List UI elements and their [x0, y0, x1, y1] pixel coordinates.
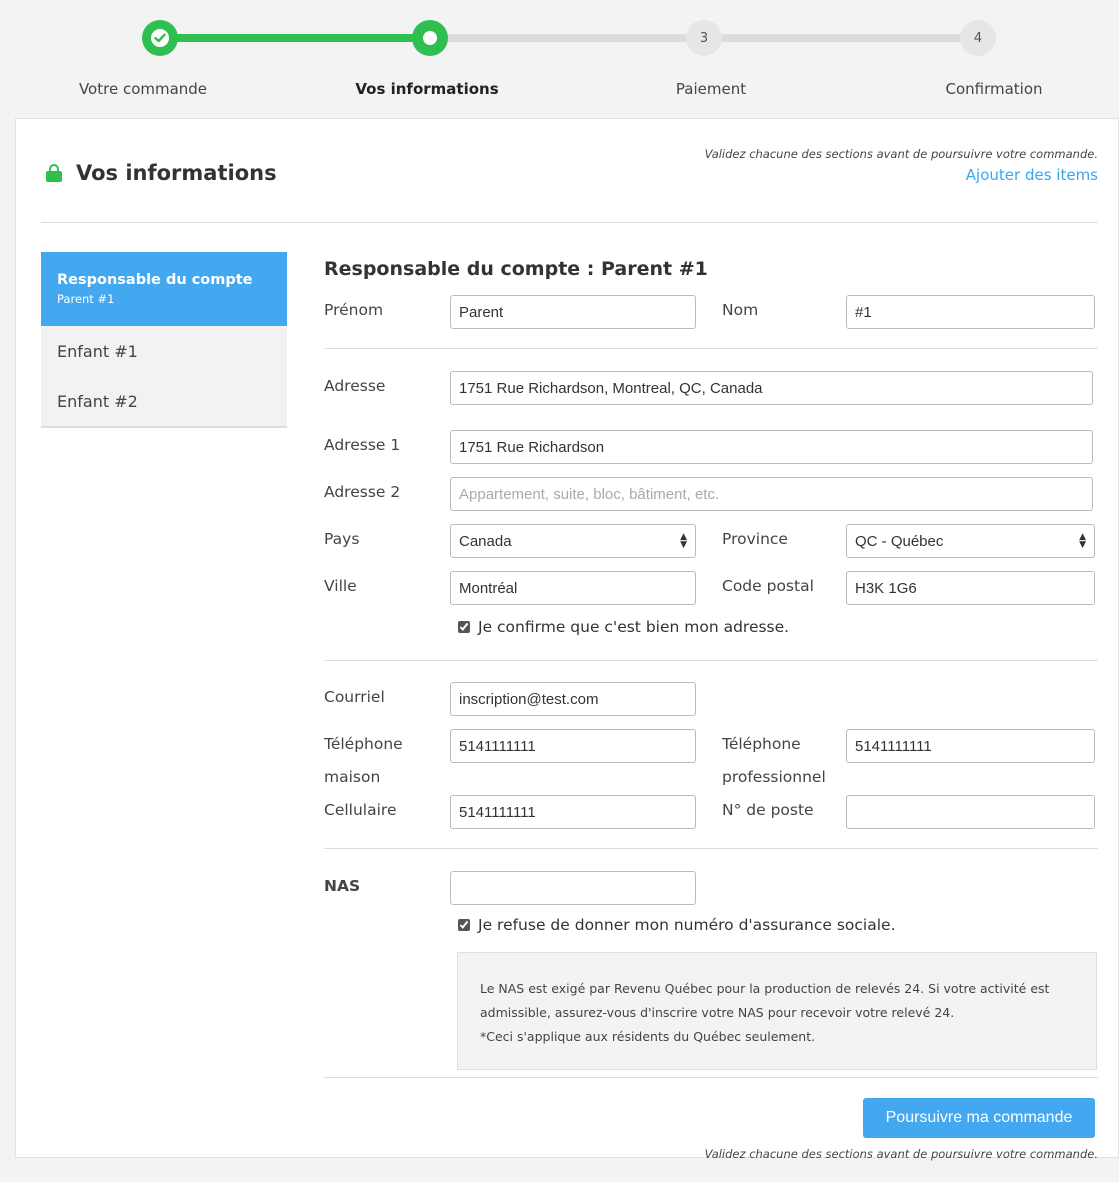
step-2-label: Vos informations [355, 80, 499, 98]
address2-label: Adresse 2 [324, 483, 401, 501]
postal-code-field[interactable] [846, 571, 1095, 605]
city-field[interactable] [450, 571, 696, 605]
step-3-circle: 3 [686, 20, 722, 56]
email-label: Courriel [324, 688, 385, 706]
stepper-track-completed [160, 34, 432, 42]
confirm-address-checkbox[interactable] [458, 621, 470, 633]
continue-order-button[interactable]: Poursuivre ma commande [863, 1098, 1095, 1138]
sidebar-item-label: Enfant #2 [57, 391, 138, 411]
page-title: Vos informations [46, 161, 277, 185]
home-phone-label-line1: Téléphone [324, 735, 403, 753]
address1-label: Adresse 1 [324, 436, 401, 454]
add-items-link[interactable]: Ajouter des items [966, 166, 1098, 184]
address-label: Adresse [324, 377, 386, 395]
select-arrows-icon: ▲ ▼ [680, 532, 687, 550]
sidebar-item-child-1[interactable]: Enfant #1 [41, 326, 287, 376]
home-phone-field[interactable] [450, 729, 696, 763]
country-select[interactable]: Canada ▲ ▼ [450, 524, 696, 558]
step-2-circle [412, 20, 448, 56]
participant-sidebar: Responsable du compte Parent #1 Enfant #… [41, 252, 287, 428]
first-name-field[interactable] [450, 295, 696, 329]
validate-note-bottom: Validez chacune des sections avant de po… [704, 1147, 1098, 1161]
work-phone-field[interactable] [846, 729, 1095, 763]
sidebar-item-child-2[interactable]: Enfant #2 [41, 376, 287, 426]
sidebar-bottom-border [41, 426, 287, 428]
refuse-nas-label: Je refuse de donner mon numéro d'assuran… [478, 916, 896, 934]
nas-info-line-2: admissible, assurez-vous d'inscrire votr… [480, 1005, 955, 1020]
province-select[interactable]: QC - Québec ▲ ▼ [846, 524, 1095, 558]
province-label: Province [722, 530, 788, 548]
check-icon [151, 29, 169, 47]
form-title: Responsable du compte : Parent #1 [324, 258, 708, 280]
main-panel: Vos informations Validez chacune des sec… [15, 118, 1119, 1161]
postal-code-label: Code postal [722, 577, 814, 595]
select-arrows-icon: ▲ ▼ [1079, 532, 1086, 550]
address-autocomplete-field[interactable] [450, 371, 1093, 405]
extension-label: N° de poste [722, 801, 814, 819]
confirm-address-row[interactable]: Je confirme que c'est bien mon adresse. [458, 618, 789, 636]
step-3-number: 3 [699, 30, 709, 46]
step-4-circle: 4 [960, 20, 996, 56]
section-divider [324, 348, 1098, 349]
nas-info-line-3: *Ceci s'applique aux résidents du Québec… [480, 1029, 816, 1044]
progress-stepper: 3 4 Votre commande Vos informations Paie… [0, 0, 1119, 118]
step-4-label: Confirmation [945, 80, 1043, 98]
section-divider [324, 660, 1098, 661]
email-field[interactable] [450, 682, 696, 716]
sidebar-item-account-holder[interactable]: Responsable du compte Parent #1 [41, 252, 287, 326]
extension-field[interactable] [846, 795, 1095, 829]
last-name-field[interactable] [846, 295, 1095, 329]
city-label: Ville [324, 577, 357, 595]
first-name-label: Prénom [324, 301, 384, 319]
validate-note: Validez chacune des sections avant de po… [704, 147, 1098, 161]
nas-field[interactable] [450, 871, 696, 905]
country-select-control[interactable]: Canada [451, 525, 695, 557]
cell-phone-label: Cellulaire [324, 801, 397, 819]
step-1-circle[interactable] [142, 20, 178, 56]
step-1-label[interactable]: Votre commande [33, 80, 253, 98]
nas-label: NAS [324, 877, 361, 895]
step-3-label: Paiement [675, 80, 747, 98]
section-divider [324, 848, 1098, 849]
section-divider [324, 1077, 1098, 1078]
sidebar-item-label: Enfant #1 [57, 341, 138, 361]
province-select-control[interactable]: QC - Québec [847, 525, 1094, 557]
sidebar-item-sublabel: Parent #1 [57, 292, 115, 306]
work-phone-label-line2: professionnel [722, 768, 826, 786]
cell-phone-field[interactable] [450, 795, 696, 829]
nas-info-line-1: Le NAS est exigé par Revenu Québec pour … [480, 981, 1050, 996]
current-step-dot-icon [423, 31, 437, 45]
nas-info-box: Le NAS est exigé par Revenu Québec pour … [457, 952, 1097, 1070]
lock-icon [46, 164, 62, 182]
refuse-nas-checkbox[interactable] [458, 919, 470, 931]
home-phone-label-line2: maison [324, 768, 381, 786]
sidebar-item-label: Responsable du compte [57, 272, 253, 288]
country-label: Pays [324, 530, 360, 548]
work-phone-label-line1: Téléphone [722, 735, 801, 753]
header-divider [41, 222, 1098, 223]
last-name-label: Nom [722, 301, 759, 319]
step-4-number: 4 [973, 30, 983, 46]
confirm-address-label: Je confirme que c'est bien mon adresse. [478, 618, 790, 636]
page-title-text: Vos informations [76, 161, 277, 185]
address1-field[interactable] [450, 430, 1093, 464]
refuse-nas-row[interactable]: Je refuse de donner mon numéro d'assuran… [458, 916, 896, 934]
address2-field[interactable] [450, 477, 1093, 511]
